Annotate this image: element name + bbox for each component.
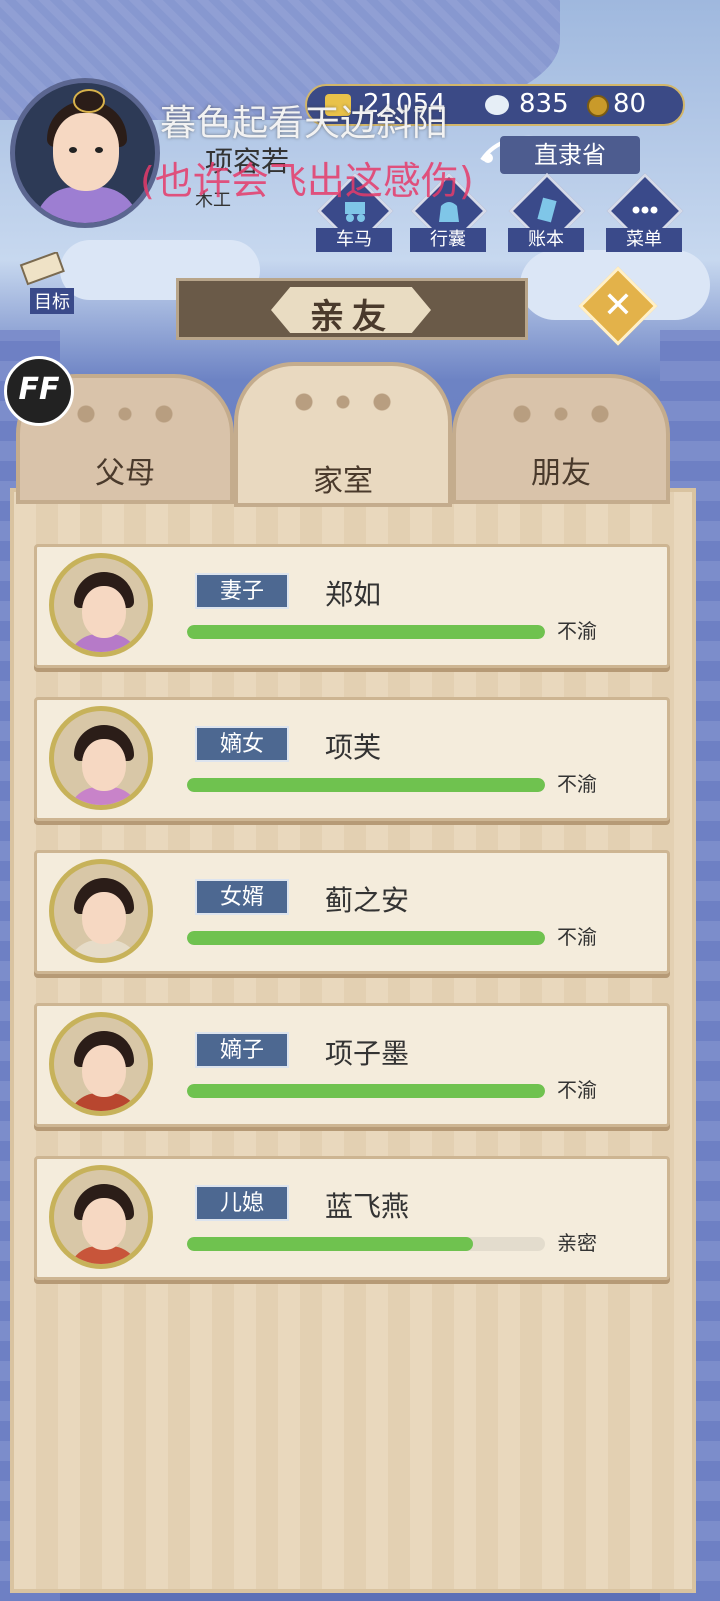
tab-label: 朋友 <box>531 456 591 491</box>
affinity-status: 不渝 <box>557 772 597 796</box>
silver-icon <box>485 95 509 115</box>
family-row-son[interactable]: 嫡子 项子墨 不渝 <box>34 1003 670 1127</box>
tab-label: 父母 <box>95 456 155 491</box>
ledger-icon <box>537 197 557 223</box>
family-row-wife[interactable]: 妻子 郑如 不渝 <box>34 544 670 668</box>
affinity-bar <box>187 931 545 945</box>
affinity-status: 不渝 <box>557 1078 597 1102</box>
family-row-son-in-law[interactable]: 女婿 蓟之安 不渝 <box>34 850 670 974</box>
scroll-icon[interactable] <box>18 252 68 288</box>
member-name: 郑如 <box>325 578 382 611</box>
affinity-status: 不渝 <box>557 925 597 949</box>
avatar <box>49 1165 153 1269</box>
affinity-status: 亲密 <box>557 1231 597 1255</box>
relation-tag: 嫡子 <box>195 1032 289 1068</box>
affinity-bar <box>187 778 545 792</box>
ff-badge[interactable]: FF <box>4 356 74 426</box>
member-name: 蓟之安 <box>325 884 410 917</box>
relation-tag: 嫡女 <box>195 726 289 762</box>
silver-amount: 835 <box>519 89 569 119</box>
page-title: 亲友 <box>310 297 394 337</box>
member-name: 蓝飞燕 <box>325 1190 410 1223</box>
relation-tag: 儿媳 <box>195 1185 289 1221</box>
goal-button-label[interactable]: 目标 <box>30 288 74 314</box>
player-avatar[interactable] <box>10 78 160 228</box>
member-name: 项子墨 <box>325 1037 410 1070</box>
avatar <box>49 553 153 657</box>
avatar <box>49 1012 153 1116</box>
affinity-status: 不渝 <box>557 619 597 643</box>
lyric-overlay-bottom: (也许会飞出这感伤) <box>140 159 474 203</box>
menu-label-more: 菜单 <box>606 228 682 252</box>
copper-coin-icon <box>587 95 609 117</box>
affinity-bar <box>187 1084 545 1098</box>
menu-label-carriage: 车马 <box>316 228 392 252</box>
affinity-bar <box>187 1237 545 1251</box>
coin-amount: 80 <box>613 89 647 119</box>
more-icon <box>632 206 658 214</box>
location-label[interactable]: 直隶省 <box>500 136 640 174</box>
tab-friends[interactable]: 朋友 <box>452 374 670 504</box>
family-row-daughter[interactable]: 嫡女 项芙 不渝 <box>34 697 670 821</box>
family-row-daughter-in-law[interactable]: 儿媳 蓝飞燕 亲密 <box>34 1156 670 1280</box>
relation-tag: 女婿 <box>195 879 289 915</box>
avatar <box>49 706 153 810</box>
tab-household[interactable]: 家室 <box>234 362 452 507</box>
relation-tag: 妻子 <box>195 573 289 609</box>
menu-label-ledger: 账本 <box>508 228 584 252</box>
title-banner: 亲友 <box>176 278 528 340</box>
tab-label: 家室 <box>313 464 373 499</box>
menu-button-ledger[interactable]: 账本 <box>508 172 586 260</box>
member-name: 项芙 <box>325 731 382 764</box>
menu-label-bag: 行囊 <box>410 228 486 252</box>
affinity-bar <box>187 625 545 639</box>
close-icon[interactable]: ✕ <box>598 286 638 326</box>
menu-button-more[interactable]: 菜单 <box>606 172 684 260</box>
lyric-overlay-top: 暮色起看天边斜阳 <box>160 103 449 144</box>
avatar <box>49 859 153 963</box>
